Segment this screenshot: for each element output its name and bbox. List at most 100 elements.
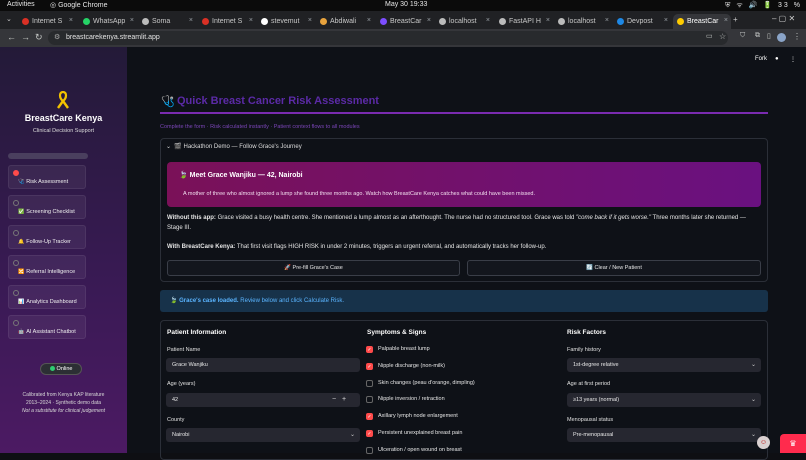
tab-close-icon[interactable]: × [486, 17, 490, 24]
extensions-icon[interactable]: ⧉ [755, 32, 760, 40]
reload-icon[interactable]: ↻ [35, 32, 43, 43]
tab-close-icon[interactable]: × [189, 17, 193, 24]
sidebar: BreastCare Kenya Clinical Decision Suppo… [0, 47, 127, 453]
sidebar-item-label-wrap: 🤖 AI Assistant Chatbot [18, 329, 76, 335]
menopause-select[interactable]: Pre-menopausal ⌄ [567, 428, 761, 442]
radio-icon[interactable] [13, 230, 19, 236]
profile-avatar[interactable] [777, 33, 786, 42]
user-avatar[interactable]: ☺ [757, 436, 770, 449]
symptom-checkbox[interactable]: Nipple inversion / retraction [366, 395, 566, 405]
clear-button[interactable]: 🔄 Clear / New Patient [467, 260, 761, 276]
activities-button[interactable]: Activities [7, 1, 35, 8]
sidebar-item-3[interactable]: 🔀 Referral Intelligence [8, 255, 86, 279]
chevron-down-icon: ⌄ [349, 432, 355, 438]
menopause-label: Menopausal status [567, 417, 614, 423]
forward-icon[interactable]: → [21, 32, 30, 42]
tab-4[interactable]: stevemut × [257, 14, 315, 29]
sidebar-item-2[interactable]: 🔔 Follow-Up Tracker [8, 225, 86, 249]
checked-icon[interactable]: ✓ [366, 430, 373, 437]
age-input[interactable]: 42 − + [166, 393, 360, 407]
tab-11[interactable]: BreastCar × [673, 14, 731, 29]
streamlit-crown-icon[interactable]: ♛ [780, 434, 806, 453]
checked-icon[interactable]: ✓ [366, 413, 373, 421]
tab-close-icon[interactable]: × [605, 17, 609, 24]
tab-7[interactable]: localhost × [435, 14, 493, 29]
tab-2[interactable]: Soma × [138, 14, 196, 29]
sidebar-item-0[interactable]: 🩺 Risk Assessment [8, 165, 86, 189]
with-paragraph: With BreastCare Kenya: That first visit … [167, 242, 763, 252]
sidepanel-icon[interactable]: ▯ [767, 32, 771, 40]
tab-close-icon[interactable]: × [69, 17, 73, 24]
menu-icon[interactable]: ⋮ [793, 32, 801, 41]
checked-icon[interactable]: ✓ [366, 346, 373, 353]
symptom-checkbox[interactable]: Skin changes (peau d'orange, dimpling) [366, 379, 566, 389]
symptom-checkbox[interactable]: ✓ Axillary lymph node enlargement [366, 412, 566, 422]
checked-icon[interactable]: ✓ [366, 362, 373, 370]
tab-close-icon[interactable]: × [427, 17, 431, 24]
tab-9[interactable]: localhost × [554, 14, 612, 29]
fork-button[interactable]: Fork [755, 56, 767, 62]
prefill-button[interactable]: 🚀 Pre-fill Grace's Case [167, 260, 460, 276]
tab-3[interactable]: Internet S × [198, 14, 256, 29]
radio-icon[interactable] [13, 260, 19, 266]
tab-favicon-icon [142, 18, 149, 25]
tab-favicon-icon [320, 18, 327, 25]
symptom-checkbox[interactable]: ✓ Nipple discharge (non-milk) [366, 362, 566, 372]
cast-icon[interactable]: ▭ [706, 32, 713, 40]
tab-close-icon[interactable]: × [664, 17, 668, 24]
family-history-select[interactable]: 1st-degree relative ⌄ [567, 358, 761, 372]
sidebar-item-label: Screening Checklist [26, 209, 75, 215]
tab-8[interactable]: FastAPI H × [495, 14, 553, 29]
bookmark-icon[interactable]: ☆ [719, 32, 726, 41]
tab-6[interactable]: BreastCar × [376, 14, 434, 29]
url-bar[interactable]: ⚙ breastcarekenya.streamlit.app [48, 31, 728, 45]
first-period-select[interactable]: ≥13 years (normal) ⌄ [567, 393, 761, 407]
tab-close-icon[interactable]: × [724, 17, 728, 24]
sidebar-item-1[interactable]: ✅ Screening Checklist [8, 195, 86, 219]
increment-button[interactable]: + [342, 396, 346, 403]
tab-close-icon[interactable]: × [308, 17, 312, 24]
brand-title: BreastCare Kenya [24, 113, 103, 123]
tab-1[interactable]: WhatsApp × [79, 14, 137, 29]
sidebar-item-5[interactable]: 🤖 AI Assistant Chatbot [8, 315, 86, 339]
unchecked-icon[interactable] [366, 396, 373, 404]
patient-name-input[interactable]: Grace Wanjiku [166, 358, 360, 372]
symptom-label: Nipple discharge (non-milk) [378, 362, 445, 369]
system-tray[interactable]: ⛨ ᯤ 🔊 🔋 33 % [725, 1, 802, 10]
tab-close-icon[interactable]: × [546, 17, 550, 24]
tab-0[interactable]: Internet S × [18, 14, 76, 29]
county-value: Nairobi [172, 432, 190, 438]
symptom-checkbox[interactable]: Ulceration / open wound on breast [366, 446, 566, 456]
tab-close-icon[interactable]: × [367, 17, 371, 24]
county-label: County [167, 417, 185, 423]
new-tab-icon[interactable]: + [733, 15, 738, 24]
tab-5[interactable]: Abdiwali × [316, 14, 374, 29]
shield-icon[interactable]: ⛉ [740, 32, 745, 40]
tab-close-icon[interactable]: × [249, 17, 253, 24]
app-menu[interactable]: ◎ Google Chrome [50, 1, 107, 9]
symptom-checkbox[interactable]: ✓ Persistent unexplained breast pain [366, 429, 566, 439]
symptom-checkbox[interactable]: ✓ Palpable breast lump [366, 345, 566, 355]
alert-bold: Grace's case loaded. [179, 298, 239, 304]
site-info-icon[interactable]: ⚙ [54, 31, 60, 45]
clock[interactable]: May 30 19:33 [385, 1, 427, 8]
github-icon[interactable]: ● [775, 56, 779, 62]
window-controls[interactable]: – ▢ ✕ [772, 14, 795, 23]
decrement-button[interactable]: − [332, 396, 336, 403]
sidebar-search[interactable] [8, 153, 88, 159]
symptom-label: Palpable breast lump [378, 346, 430, 352]
radio-icon[interactable] [13, 200, 19, 206]
tab-10[interactable]: Devpost × [613, 14, 671, 29]
unchecked-icon[interactable] [366, 379, 373, 387]
county-select[interactable]: Nairobi ⌄ [166, 428, 360, 442]
main-menu-icon[interactable]: ⋮ [790, 56, 796, 63]
tab-search-icon[interactable]: ⌄ [6, 15, 12, 23]
battery-level: 33 % [778, 2, 802, 9]
tab-close-icon[interactable]: × [130, 17, 134, 24]
radio-icon[interactable] [13, 170, 19, 176]
back-icon[interactable]: ← [7, 32, 16, 42]
sidebar-item-4[interactable]: 📊 Analytics Dashboard [8, 285, 86, 309]
demo-expander-header[interactable]: ⌄ 🎬 Hackathon Demo — Follow Grace's Jour… [166, 143, 302, 150]
radio-icon[interactable] [13, 290, 19, 296]
radio-icon[interactable] [13, 320, 19, 326]
